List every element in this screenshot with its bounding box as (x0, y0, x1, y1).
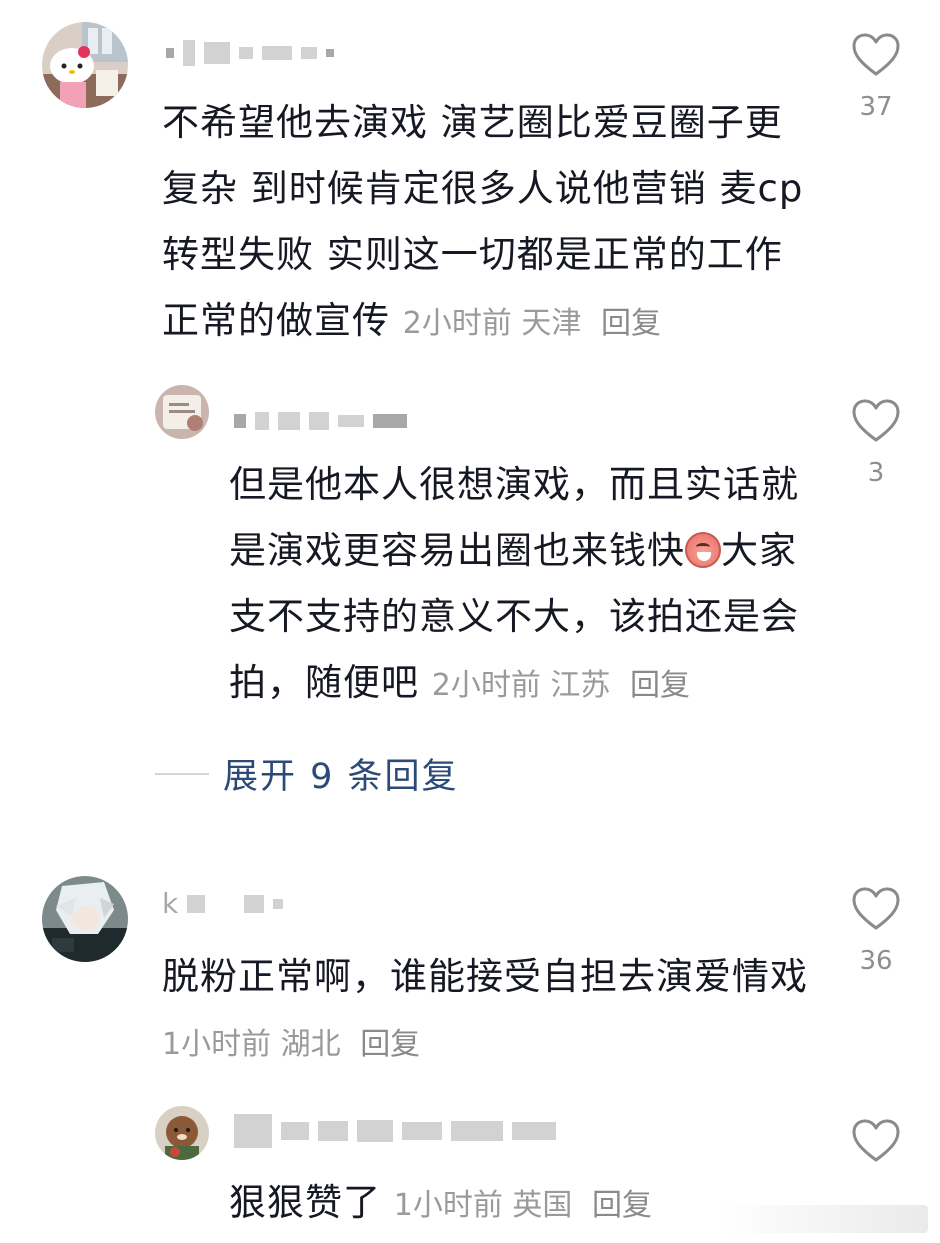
heart-icon (852, 887, 900, 930)
avatar[interactable] (155, 1106, 209, 1160)
avatar-image (155, 385, 209, 439)
username-redacted[interactable] (234, 1114, 556, 1148)
heart-icon (852, 1119, 900, 1162)
heart-icon (852, 399, 900, 442)
comment-body: 脱粉正常啊，谁能接受自担去演爱情戏 (162, 955, 808, 998)
username-redacted[interactable]: k (162, 887, 284, 920)
like-button[interactable]: 37 (846, 32, 906, 122)
avatar-image (155, 1106, 209, 1160)
comment-location: 天津 (521, 306, 582, 341)
divider (155, 772, 209, 775)
crying-face-emoji-icon (685, 532, 721, 568)
comment-meta: 2小时前 天津 回复 (403, 306, 661, 341)
avatar[interactable] (42, 22, 128, 108)
reply-location: 江苏 (550, 668, 611, 703)
reply-text: 但是他本人很想演戏，而且实话就是演戏更容易出圈也来钱快 大家支不支持的意义不大，该… (229, 452, 809, 719)
reply-button[interactable]: 回复 (630, 668, 690, 703)
like-count: 36 (859, 946, 893, 976)
username-redacted[interactable] (234, 412, 407, 430)
comment-location: 湖北 (280, 1027, 341, 1062)
username-redacted[interactable] (166, 40, 334, 66)
like-button[interactable]: 36 (846, 886, 906, 976)
avatar-image (42, 22, 128, 108)
watermark (718, 1205, 928, 1233)
reply-meta: 2小时前 江苏 回复 (432, 668, 690, 703)
expand-replies-label: 展开 9 条回复 (223, 757, 459, 797)
reply-time: 2小时前 (431, 668, 541, 703)
avatar[interactable] (155, 385, 209, 439)
reply-body: 狠狠赞了 (229, 1181, 381, 1224)
reply-time: 1小时前 (393, 1188, 503, 1223)
reply-button[interactable]: 回复 (360, 1027, 420, 1062)
comment-meta: 1小时前 湖北 回复 (162, 1012, 420, 1078)
reply-button[interactable]: 回复 (601, 306, 661, 341)
comment-time: 1小时前 (162, 1027, 272, 1062)
avatar-image (42, 876, 128, 962)
comment-text: 脱粉正常啊，谁能接受自担去演爱情戏 (162, 944, 812, 1010)
reply-button[interactable]: 回复 (592, 1188, 652, 1223)
expand-replies-button[interactable]: 展开 9 条回复 (155, 748, 459, 799)
like-count: 3 (867, 458, 885, 488)
like-button[interactable] (846, 1118, 906, 1164)
comment-time: 2小时前 (402, 306, 512, 341)
heart-icon (852, 33, 900, 76)
reply-meta: 1小时前 英国 回复 (394, 1188, 652, 1223)
like-count: 37 (859, 92, 893, 122)
username-visible-part: k (162, 887, 179, 920)
reply-location: 英国 (512, 1188, 573, 1223)
comment-text: 不希望他去演戏 演艺圈比爱豆圈子更复杂 到时候肯定很多人说他营销 麦cp转型失败… (162, 90, 812, 357)
avatar[interactable] (42, 876, 128, 962)
like-button[interactable]: 3 (846, 398, 906, 488)
